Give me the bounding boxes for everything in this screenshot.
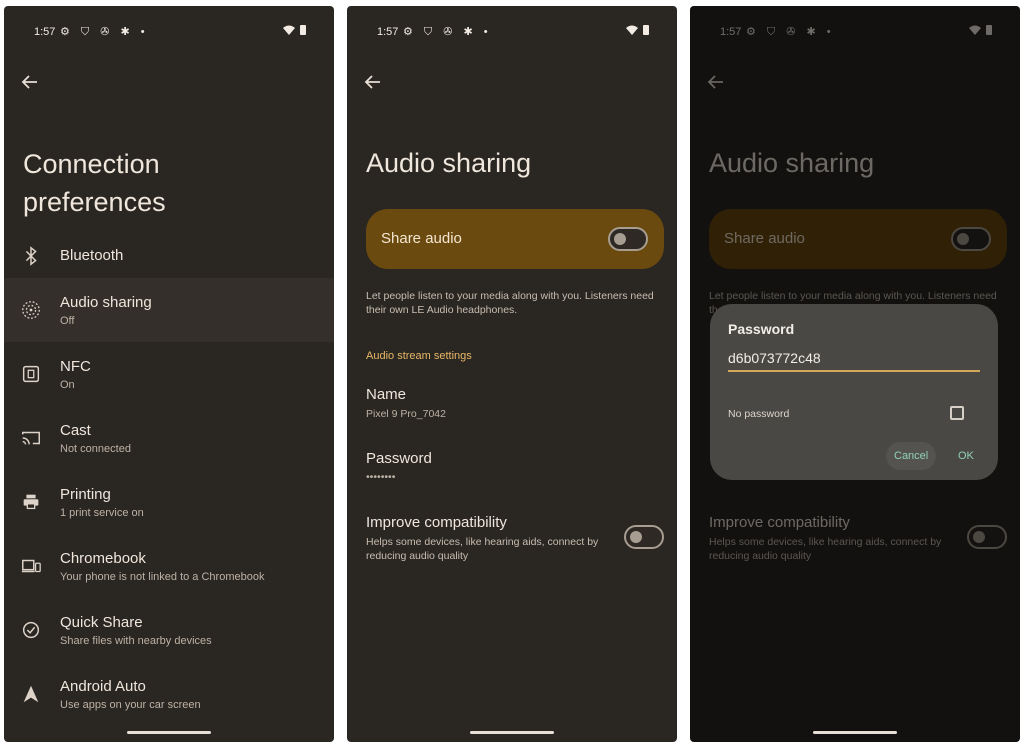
setting-value: •••••••• — [366, 471, 396, 483]
list-item-android-auto[interactable]: Android Auto Use apps on your car screen — [4, 662, 334, 726]
list-item-title: Chromebook — [60, 550, 146, 567]
android-auto-icon — [20, 683, 42, 705]
setting-title: Name — [366, 386, 407, 403]
bluetooth-icon — [20, 245, 42, 267]
setting-value: Pixel 9 Pro_7042 — [366, 408, 446, 420]
list-item-subtitle: Not connected — [60, 443, 131, 455]
audio-sharing-description: Let people listen to your media along wi… — [366, 290, 654, 316]
share-audio-toggle[interactable] — [608, 227, 648, 251]
list-item-printing[interactable]: Printing 1 print service on — [4, 470, 334, 534]
no-password-checkbox[interactable] — [950, 406, 964, 420]
list-item-title: NFC — [60, 358, 91, 375]
share-audio-card[interactable]: Share audio — [366, 209, 664, 269]
back-arrow-icon[interactable] — [18, 70, 42, 94]
list-item-title: Cast — [60, 422, 91, 439]
list-item-nfc[interactable]: NFC On — [4, 342, 334, 406]
list-item-subtitle: Your phone is not linked to a Chromebook — [60, 571, 265, 583]
setting-title: Password — [366, 450, 432, 467]
setting-title: Improve compatibility — [366, 514, 507, 531]
list-item-subtitle: 1 print service on — [60, 507, 144, 519]
list-item-title: Audio sharing — [60, 294, 152, 311]
wifi-icon — [283, 25, 295, 35]
battery-icon — [300, 25, 306, 35]
chromebook-icon — [20, 555, 42, 577]
cancel-button[interactable]: Cancel — [886, 442, 937, 470]
status-time: 1:57 — [377, 26, 399, 38]
list-item-title: Quick Share — [60, 614, 143, 631]
setting-description: Helps some devices, like hearing aids, c… — [366, 536, 599, 562]
status-notification-icons: ⚙ ⛉ ✇ ✱ • — [403, 26, 492, 38]
page-title: Audio sharing — [366, 148, 532, 178]
password-dialog: Password No password Cancel OK — [710, 304, 998, 480]
status-bar: 1:57 ⚙ ⛉ ✇ ✱ • — [4, 24, 334, 42]
home-indicator[interactable] — [127, 731, 211, 734]
battery-icon — [643, 25, 649, 35]
page-title: Connection preferences — [23, 145, 166, 221]
home-indicator[interactable] — [470, 731, 554, 734]
page-title-line2: preferences — [23, 187, 166, 217]
list-item-cast[interactable]: Cast Not connected — [4, 406, 334, 470]
status-bar: 1:57 ⚙ ⛉ ✇ ✱ • — [347, 24, 677, 42]
wifi-icon — [626, 25, 638, 35]
list-item-audio-sharing[interactable]: Audio sharing Off — [4, 278, 334, 342]
status-notification-icons: ⚙ ⛉ ✇ ✱ • — [60, 26, 149, 38]
home-indicator[interactable] — [813, 731, 897, 734]
status-time: 1:57 — [34, 26, 56, 38]
no-password-label: No password — [728, 408, 790, 420]
list-item-subtitle: Off — [60, 315, 75, 327]
page-title-line1: Connection — [23, 149, 160, 179]
list-item-subtitle: Use apps on your car screen — [60, 699, 201, 711]
printer-icon — [20, 491, 42, 513]
list-item-subtitle: Share files with nearby devices — [60, 635, 212, 647]
improve-compatibility-toggle[interactable] — [624, 525, 664, 549]
audio-sharing-icon — [20, 299, 42, 321]
share-audio-label: Share audio — [381, 230, 462, 247]
list-item-title: Android Auto — [60, 678, 146, 695]
nfc-icon — [20, 363, 42, 385]
list-item-quick-share[interactable]: Quick Share Share files with nearby devi… — [4, 598, 334, 662]
section-header-audio-stream-settings: Audio stream settings — [366, 350, 472, 362]
quick-share-icon — [20, 619, 42, 641]
back-arrow-icon[interactable] — [361, 70, 385, 94]
list-item-title: Bluetooth — [60, 247, 124, 264]
list-item-title: Printing — [60, 486, 111, 503]
list-item-subtitle: On — [60, 379, 75, 391]
phone-screen-connection-preferences: 1:57 ⚙ ⛉ ✇ ✱ • Connection preferences Bl… — [4, 6, 334, 742]
phone-screen-audio-sharing: 1:57 ⚙ ⛉ ✇ ✱ • Audio sharing Share audio… — [347, 6, 677, 742]
dialog-title: Password — [728, 321, 795, 337]
phone-screen-password-dialog: 1:57 ⚙ ⛉ ✇ ✱ • Audio sharing Share audio… — [690, 6, 1020, 742]
list-item-chromebook[interactable]: Chromebook Your phone is not linked to a… — [4, 534, 334, 598]
ok-button[interactable]: OK — [950, 442, 982, 470]
password-input[interactable] — [728, 346, 980, 372]
cast-icon — [20, 427, 42, 449]
